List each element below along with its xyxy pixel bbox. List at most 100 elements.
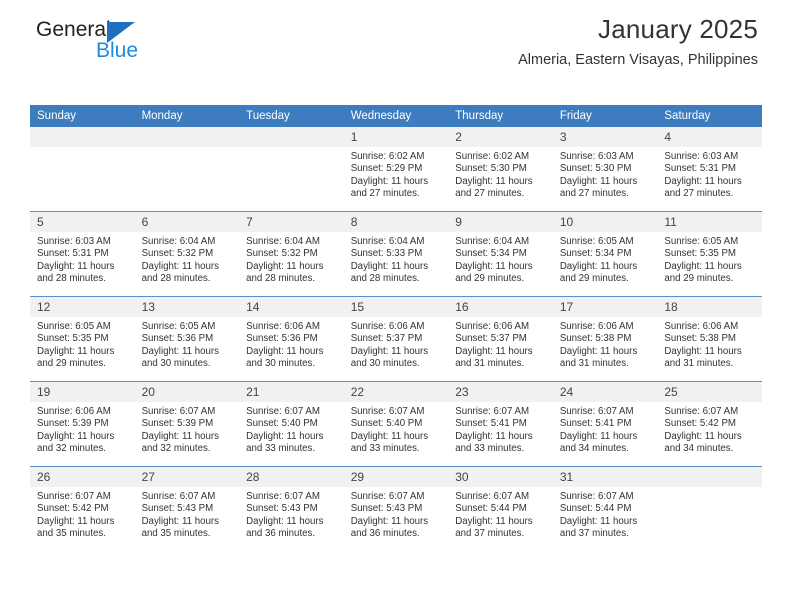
sunset-text: Sunset: 5:41 PM xyxy=(455,418,527,430)
daylight-text-line1: Daylight: 11 hours xyxy=(350,260,429,272)
day-details: Sunrise: 6:04 AM Sunset: 5:34 PM Dayligh… xyxy=(448,232,553,286)
calendar-day-cell[interactable]: 21 Sunrise: 6:07 AM Sunset: 5:40 PM Dayl… xyxy=(239,381,344,467)
day-number: 12 xyxy=(30,297,135,317)
calendar-day-cell[interactable]: 10 Sunrise: 6:05 AM Sunset: 5:34 PM Dayl… xyxy=(552,211,658,297)
calendar-day-cell[interactable]: 30 Sunrise: 6:07 AM Sunset: 5:44 PM Dayl… xyxy=(448,466,553,551)
calendar-day-cell[interactable]: 29 Sunrise: 6:07 AM Sunset: 5:43 PM Dayl… xyxy=(343,466,449,551)
calendar-day-cell[interactable]: 18 Sunrise: 6:06 AM Sunset: 5:38 PM Dayl… xyxy=(657,296,762,382)
daylight-text-line2: and 28 minutes. xyxy=(37,273,106,285)
daylight-text-line2: and 37 minutes. xyxy=(455,528,525,540)
calendar-day-cell[interactable]: 8 Sunrise: 6:04 AM Sunset: 5:33 PM Dayli… xyxy=(343,211,449,297)
page-subtitle-location: Almeria, Eastern Visayas, Philippines xyxy=(518,52,758,68)
sunset-text: Sunset: 5:41 PM xyxy=(559,418,632,430)
daylight-text-line1: Daylight: 11 hours xyxy=(350,515,429,527)
calendar-day-cell[interactable]: 27 Sunrise: 6:07 AM Sunset: 5:43 PM Dayl… xyxy=(134,466,240,551)
sunset-text: Sunset: 5:38 PM xyxy=(664,333,736,345)
calendar-day-cell[interactable]: 24 Sunrise: 6:07 AM Sunset: 5:41 PM Dayl… xyxy=(552,381,658,467)
day-number xyxy=(657,467,762,487)
daylight-text-line2: and 33 minutes. xyxy=(350,443,420,455)
day-details: Sunrise: 6:06 AM Sunset: 5:37 PM Dayligh… xyxy=(344,317,449,371)
daylight-text-line1: Daylight: 11 hours xyxy=(37,430,115,442)
calendar-day-cell[interactable]: 22 Sunrise: 6:07 AM Sunset: 5:40 PM Dayl… xyxy=(343,381,449,467)
daylight-text-line2: and 32 minutes. xyxy=(141,443,211,455)
day-details: Sunrise: 6:07 AM Sunset: 5:44 PM Dayligh… xyxy=(448,487,553,541)
calendar-day-cell[interactable]: 25 Sunrise: 6:07 AM Sunset: 5:42 PM Dayl… xyxy=(657,381,762,467)
daylight-text-line1: Daylight: 11 hours xyxy=(664,175,742,187)
sunset-text: Sunset: 5:31 PM xyxy=(664,163,736,175)
daylight-text-line2: and 28 minutes. xyxy=(246,273,316,285)
weekday-header-tuesday: Tuesday xyxy=(239,105,344,127)
daylight-text-line1: Daylight: 11 hours xyxy=(664,430,742,442)
calendar-day-cell[interactable]: 1 Sunrise: 6:02 AM Sunset: 5:29 PM Dayli… xyxy=(343,127,449,212)
calendar-day-cell[interactable] xyxy=(30,127,135,212)
sunset-text: Sunset: 5:30 PM xyxy=(455,163,527,175)
daylight-text-line1: Daylight: 11 hours xyxy=(141,430,219,442)
sunrise-text: Sunrise: 6:07 AM xyxy=(455,406,530,417)
daylight-text-line2: and 33 minutes. xyxy=(455,443,525,455)
sunset-text: Sunset: 5:43 PM xyxy=(350,503,423,515)
calendar-day-cell[interactable]: 31 Sunrise: 6:07 AM Sunset: 5:44 PM Dayl… xyxy=(552,466,658,551)
day-number: 8 xyxy=(343,212,449,232)
daylight-text-line1: Daylight: 11 hours xyxy=(141,260,219,272)
calendar-day-cell[interactable]: 12 Sunrise: 6:05 AM Sunset: 5:35 PM Dayl… xyxy=(30,296,135,382)
day-number: 18 xyxy=(657,297,762,317)
day-details: Sunrise: 6:05 AM Sunset: 5:34 PM Dayligh… xyxy=(553,232,658,286)
generalblue-logo[interactable]: General Blue xyxy=(36,18,236,68)
day-number xyxy=(134,127,240,147)
day-number xyxy=(239,127,344,147)
daylight-text-line2: and 31 minutes. xyxy=(455,358,525,370)
daylight-text-line2: and 30 minutes. xyxy=(141,358,211,370)
daylight-text-line2: and 32 minutes. xyxy=(37,443,106,455)
day-details: Sunrise: 6:07 AM Sunset: 5:39 PM Dayligh… xyxy=(135,402,240,456)
sunrise-text: Sunrise: 6:04 AM xyxy=(455,236,530,247)
calendar-day-cell[interactable]: 3 Sunrise: 6:03 AM Sunset: 5:30 PM Dayli… xyxy=(552,127,658,212)
calendar-day-cell[interactable]: 16 Sunrise: 6:06 AM Sunset: 5:37 PM Dayl… xyxy=(448,296,553,382)
sunrise-text: Sunrise: 6:07 AM xyxy=(246,491,320,502)
daylight-text-line1: Daylight: 11 hours xyxy=(141,345,219,357)
day-number: 28 xyxy=(239,467,344,487)
day-number: 16 xyxy=(448,297,553,317)
calendar-page: General Blue January 2025 Almeria, Easte… xyxy=(0,0,792,612)
calendar-day-cell[interactable]: 9 Sunrise: 6:04 AM Sunset: 5:34 PM Dayli… xyxy=(448,211,553,297)
day-number: 3 xyxy=(552,127,658,147)
calendar-day-cell[interactable]: 7 Sunrise: 6:04 AM Sunset: 5:32 PM Dayli… xyxy=(239,211,344,297)
calendar-day-cell[interactable]: 23 Sunrise: 6:07 AM Sunset: 5:41 PM Dayl… xyxy=(448,381,553,467)
calendar-day-cell[interactable]: 14 Sunrise: 6:06 AM Sunset: 5:36 PM Dayl… xyxy=(239,296,344,382)
sunrise-text: Sunrise: 6:04 AM xyxy=(246,236,320,247)
calendar-day-cell[interactable] xyxy=(134,127,240,212)
calendar-day-cell[interactable]: 2 Sunrise: 6:02 AM Sunset: 5:30 PM Dayli… xyxy=(448,127,553,212)
sunrise-text: Sunrise: 6:06 AM xyxy=(37,406,111,417)
page-header: General Blue January 2025 Almeria, Easte… xyxy=(30,0,762,72)
daylight-text-line1: Daylight: 11 hours xyxy=(559,260,638,272)
calendar-day-cell[interactable] xyxy=(239,127,344,212)
sunrise-text: Sunrise: 6:07 AM xyxy=(455,491,530,502)
day-details: Sunrise: 6:03 AM Sunset: 5:30 PM Dayligh… xyxy=(553,147,658,201)
calendar-day-cell[interactable]: 4 Sunrise: 6:03 AM Sunset: 5:31 PM Dayli… xyxy=(657,127,762,212)
day-details: Sunrise: 6:02 AM Sunset: 5:30 PM Dayligh… xyxy=(448,147,553,201)
day-details: Sunrise: 6:05 AM Sunset: 5:35 PM Dayligh… xyxy=(657,232,762,286)
day-number: 10 xyxy=(552,212,658,232)
calendar-day-cell[interactable]: 28 Sunrise: 6:07 AM Sunset: 5:43 PM Dayl… xyxy=(239,466,344,551)
sunrise-text: Sunrise: 6:03 AM xyxy=(664,151,739,162)
calendar-day-cell[interactable]: 20 Sunrise: 6:07 AM Sunset: 5:39 PM Dayl… xyxy=(134,381,240,467)
daylight-text-line1: Daylight: 11 hours xyxy=(350,345,429,357)
sunrise-text: Sunrise: 6:05 AM xyxy=(141,321,216,332)
calendar-day-cell[interactable] xyxy=(657,466,762,551)
calendar-day-cell[interactable]: 17 Sunrise: 6:06 AM Sunset: 5:38 PM Dayl… xyxy=(552,296,658,382)
day-number: 17 xyxy=(552,297,658,317)
day-details: Sunrise: 6:07 AM Sunset: 5:40 PM Dayligh… xyxy=(239,402,344,456)
sunrise-text: Sunrise: 6:05 AM xyxy=(664,236,739,247)
calendar-day-cell[interactable]: 15 Sunrise: 6:06 AM Sunset: 5:37 PM Dayl… xyxy=(343,296,449,382)
calendar-day-cell[interactable]: 19 Sunrise: 6:06 AM Sunset: 5:39 PM Dayl… xyxy=(30,381,135,467)
daylight-text-line1: Daylight: 11 hours xyxy=(37,260,115,272)
sunrise-text: Sunrise: 6:02 AM xyxy=(455,151,530,162)
sunrise-text: Sunrise: 6:07 AM xyxy=(559,491,634,502)
calendar-day-cell[interactable]: 6 Sunrise: 6:04 AM Sunset: 5:32 PM Dayli… xyxy=(134,211,240,297)
day-number: 11 xyxy=(657,212,762,232)
calendar-day-cell[interactable]: 11 Sunrise: 6:05 AM Sunset: 5:35 PM Dayl… xyxy=(657,211,762,297)
sunset-text: Sunset: 5:43 PM xyxy=(246,503,318,515)
calendar-day-cell[interactable]: 5 Sunrise: 6:03 AM Sunset: 5:31 PM Dayli… xyxy=(30,211,135,297)
calendar-day-cell[interactable]: 26 Sunrise: 6:07 AM Sunset: 5:42 PM Dayl… xyxy=(30,466,135,551)
calendar-week-row: 19 Sunrise: 6:06 AM Sunset: 5:39 PM Dayl… xyxy=(30,381,762,467)
calendar-day-cell[interactable]: 13 Sunrise: 6:05 AM Sunset: 5:36 PM Dayl… xyxy=(134,296,240,382)
